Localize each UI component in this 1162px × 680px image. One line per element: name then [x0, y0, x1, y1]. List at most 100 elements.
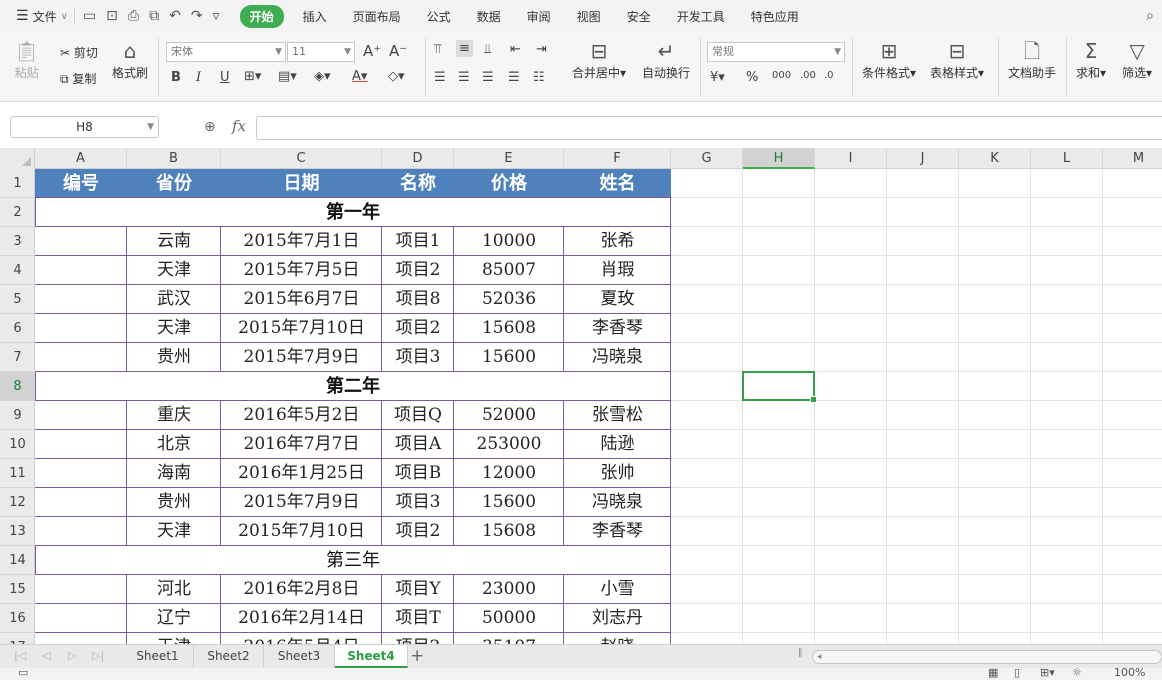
menu-item-8[interactable]: 开发工具 — [664, 8, 738, 25]
section-header-cell[interactable]: 第一年 — [35, 198, 671, 227]
column-header-e[interactable]: E — [454, 148, 564, 169]
decrease-font-icon[interactable]: A⁻ — [389, 42, 407, 60]
table-cell[interactable]: 项目3 — [382, 488, 454, 517]
increase-font-icon[interactable]: A⁺ — [363, 42, 381, 60]
table-cell[interactable] — [35, 517, 127, 546]
table-cell[interactable]: 李香琴 — [564, 517, 671, 546]
table-cell[interactable]: 2015年7月10日 — [221, 517, 382, 546]
font-name-select[interactable]: 宋体 ▼ — [166, 42, 286, 62]
column-header-i[interactable]: I — [815, 148, 887, 169]
table-cell[interactable] — [35, 459, 127, 488]
last-sheet-icon[interactable]: ▷| — [92, 649, 104, 662]
table-cell[interactable]: 项目3 — [382, 343, 454, 372]
horizontal-scrollbar[interactable]: ◂ — [812, 650, 1162, 664]
column-header-a[interactable]: A — [35, 148, 127, 169]
table-cell[interactable]: 海南 — [127, 459, 221, 488]
print-preview-icon[interactable]: ⊡ — [106, 8, 118, 24]
table-cell[interactable]: 天津 — [127, 256, 221, 285]
zoom-icon[interactable]: ⊕ — [204, 119, 216, 135]
table-cell[interactable] — [35, 256, 127, 285]
column-header-m[interactable]: M — [1103, 148, 1162, 169]
table-cell[interactable]: 赵晓 — [564, 633, 671, 644]
next-sheet-icon[interactable]: ▷ — [68, 649, 76, 662]
merge-center-button[interactable]: ⊟ 合并居中▾ — [572, 38, 626, 81]
table-cell[interactable]: 项目2 — [382, 314, 454, 343]
customize-icon[interactable]: ▿ — [213, 8, 220, 24]
table-cell[interactable]: 2016年7月7日 — [221, 430, 382, 459]
table-cell[interactable]: 冯晓泉 — [564, 343, 671, 372]
menu-item-6[interactable]: 视图 — [564, 8, 614, 25]
table-cell[interactable]: 天津 — [127, 633, 221, 644]
paste-button[interactable]: 📋︎ 粘贴 — [14, 38, 39, 81]
format-painter-button[interactable]: ⌂ 格式刷 — [112, 38, 148, 81]
table-cell[interactable]: 贵州 — [127, 343, 221, 372]
table-cell[interactable]: 23000 — [454, 575, 564, 604]
align-center-icon[interactable]: ☰ — [458, 70, 470, 85]
print-icon[interactable]: ⎙ — [128, 8, 139, 24]
page-break-view-icon[interactable]: ⊞▾ — [1040, 668, 1055, 679]
table-cell[interactable] — [35, 575, 127, 604]
table-header-cell[interactable]: 省份 — [127, 169, 221, 198]
row-header-10[interactable]: 10 — [0, 430, 35, 459]
table-cell[interactable]: 50000 — [454, 604, 564, 633]
table-cell[interactable]: 2015年7月9日 — [221, 343, 382, 372]
scroll-left-icon[interactable]: ◂ — [817, 652, 822, 662]
column-header-k[interactable]: K — [959, 148, 1031, 169]
bold-icon[interactable]: B — [171, 70, 181, 85]
table-cell[interactable]: 武汉 — [127, 285, 221, 314]
sum-button[interactable]: Σ 求和▾ — [1076, 38, 1106, 81]
column-header-h[interactable]: H — [743, 148, 815, 169]
table-cell[interactable] — [35, 430, 127, 459]
search-icon[interactable]: ⌕ — [1146, 8, 1154, 24]
table-cell[interactable] — [35, 633, 127, 644]
table-cell[interactable] — [35, 227, 127, 256]
table-cell[interactable]: 项目8 — [382, 285, 454, 314]
column-header-b[interactable]: B — [127, 148, 221, 169]
fx-icon[interactable]: fx — [232, 117, 246, 135]
selected-cell-h8[interactable] — [742, 371, 817, 403]
table-cell[interactable]: 项目2 — [382, 517, 454, 546]
table-cell[interactable]: 15600 — [454, 488, 564, 517]
table-cell[interactable]: 辽宁 — [127, 604, 221, 633]
table-cell[interactable]: 项目Q — [382, 401, 454, 430]
table-cell[interactable] — [35, 314, 127, 343]
row-header-9[interactable]: 9 — [0, 401, 35, 430]
distributed-icon[interactable]: ☷ — [533, 70, 545, 85]
table-cell[interactable]: 项目1 — [382, 227, 454, 256]
align-top-icon[interactable]: ⫪ — [434, 42, 441, 57]
table-header-cell[interactable]: 编号 — [35, 169, 127, 198]
normal-view-icon[interactable]: ▦ — [988, 668, 998, 679]
table-cell[interactable]: 陆逊 — [564, 430, 671, 459]
table-style-button[interactable]: ⊟ 表格样式▾ — [930, 38, 984, 81]
sheet-tab-sheet4[interactable]: Sheet4 — [335, 645, 408, 668]
table-cell[interactable]: 2016年5月4日 — [221, 633, 382, 644]
table-cell[interactable]: 2016年2月8日 — [221, 575, 382, 604]
row-header-12[interactable]: 12 — [0, 488, 35, 517]
page-layout-view-icon[interactable]: ▯ — [1014, 668, 1020, 679]
thousands-separator-icon[interactable]: 000 — [772, 70, 791, 81]
table-cell[interactable]: 35107 — [454, 633, 564, 644]
table-cell[interactable] — [35, 401, 127, 430]
number-format-select[interactable]: 常规 ▼ — [707, 42, 845, 62]
percent-icon[interactable]: % — [746, 70, 758, 85]
redo-icon[interactable]: ↷ — [191, 8, 203, 24]
table-cell[interactable]: 15608 — [454, 314, 564, 343]
row-header-5[interactable]: 5 — [0, 285, 35, 314]
column-header-f[interactable]: F — [564, 148, 671, 169]
table-cell[interactable] — [35, 488, 127, 517]
table-cell[interactable]: 冯晓泉 — [564, 488, 671, 517]
table-cell[interactable]: 肖瑕 — [564, 256, 671, 285]
font-color-icon[interactable]: A▾ — [352, 69, 367, 84]
table-cell[interactable]: 贵州 — [127, 488, 221, 517]
select-all-corner[interactable] — [0, 148, 35, 169]
add-sheet-icon[interactable]: + — [410, 646, 424, 666]
table-cell[interactable]: 小雪 — [564, 575, 671, 604]
table-header-cell[interactable]: 姓名 — [564, 169, 671, 198]
align-left-icon[interactable]: ☰ — [434, 70, 446, 85]
row-header-16[interactable]: 16 — [0, 604, 35, 633]
prev-sheet-icon[interactable]: ◁ — [42, 649, 50, 662]
table-cell[interactable]: 李香琴 — [564, 314, 671, 343]
column-header-c[interactable]: C — [221, 148, 382, 169]
table-cell[interactable]: 河北 — [127, 575, 221, 604]
table-cell[interactable]: 天津 — [127, 517, 221, 546]
